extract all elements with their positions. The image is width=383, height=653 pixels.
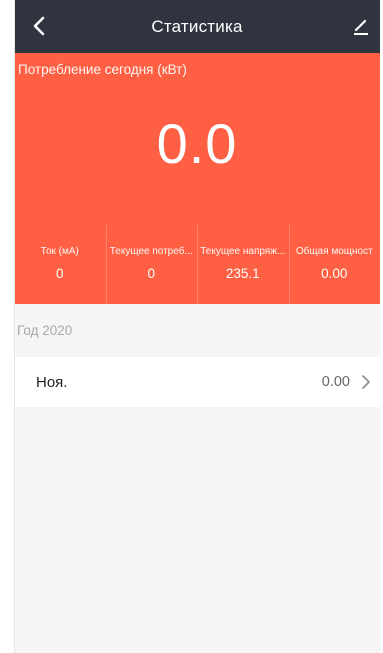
stat-current: Ток (мА) 0 [14, 221, 106, 304]
today-consumption-label: Потребление сегодня (кВт) [18, 62, 187, 77]
statistics-page: Статистика Потребление сегодня (кВт) 0.0… [14, 0, 380, 653]
stat-value: 0 [147, 266, 155, 281]
edit-button[interactable] [348, 13, 374, 39]
consumption-panel: Потребление сегодня (кВт) 0.0 Ток (мА) 0… [14, 53, 380, 304]
month-row-november[interactable]: Ноя. 0.00 [14, 357, 380, 407]
back-button[interactable] [26, 12, 54, 40]
back-arrow-icon [33, 16, 45, 36]
navigation-bar: Статистика [14, 0, 380, 53]
stat-value: 0 [55, 266, 64, 281]
stat-label: Ток (мА) [40, 246, 79, 257]
month-name: Ноя. [36, 373, 68, 391]
stat-current-voltage: Текущее напряж... 235.1 [197, 221, 289, 304]
stat-total-power: Общая мощност 0.00 [288, 221, 381, 304]
year-header: Год 2020 [17, 323, 73, 338]
today-consumption-value: 0.0 [156, 112, 238, 175]
stat-label: Текущее потреб... [109, 246, 193, 257]
app-screen: Статистика Потребление сегодня (кВт) 0.0… [0, 0, 383, 653]
stat-value: 0.00 [321, 266, 348, 281]
stat-label: Текущее напряж... [200, 246, 286, 257]
month-value: 0.00 [321, 374, 350, 390]
stat-value: 235.1 [225, 266, 260, 281]
stat-current-consumption: Текущее потреб... 0 [105, 221, 198, 304]
chevron-right-icon [360, 373, 372, 391]
left-frame-edge [0, 0, 15, 653]
stats-row: Ток (мА) 0 Текущее потреб... 0 Текущее н… [14, 221, 380, 304]
page-title: Статистика [151, 16, 243, 36]
pencil-edit-icon [354, 19, 368, 35]
stat-label: Общая мощност [295, 246, 373, 257]
